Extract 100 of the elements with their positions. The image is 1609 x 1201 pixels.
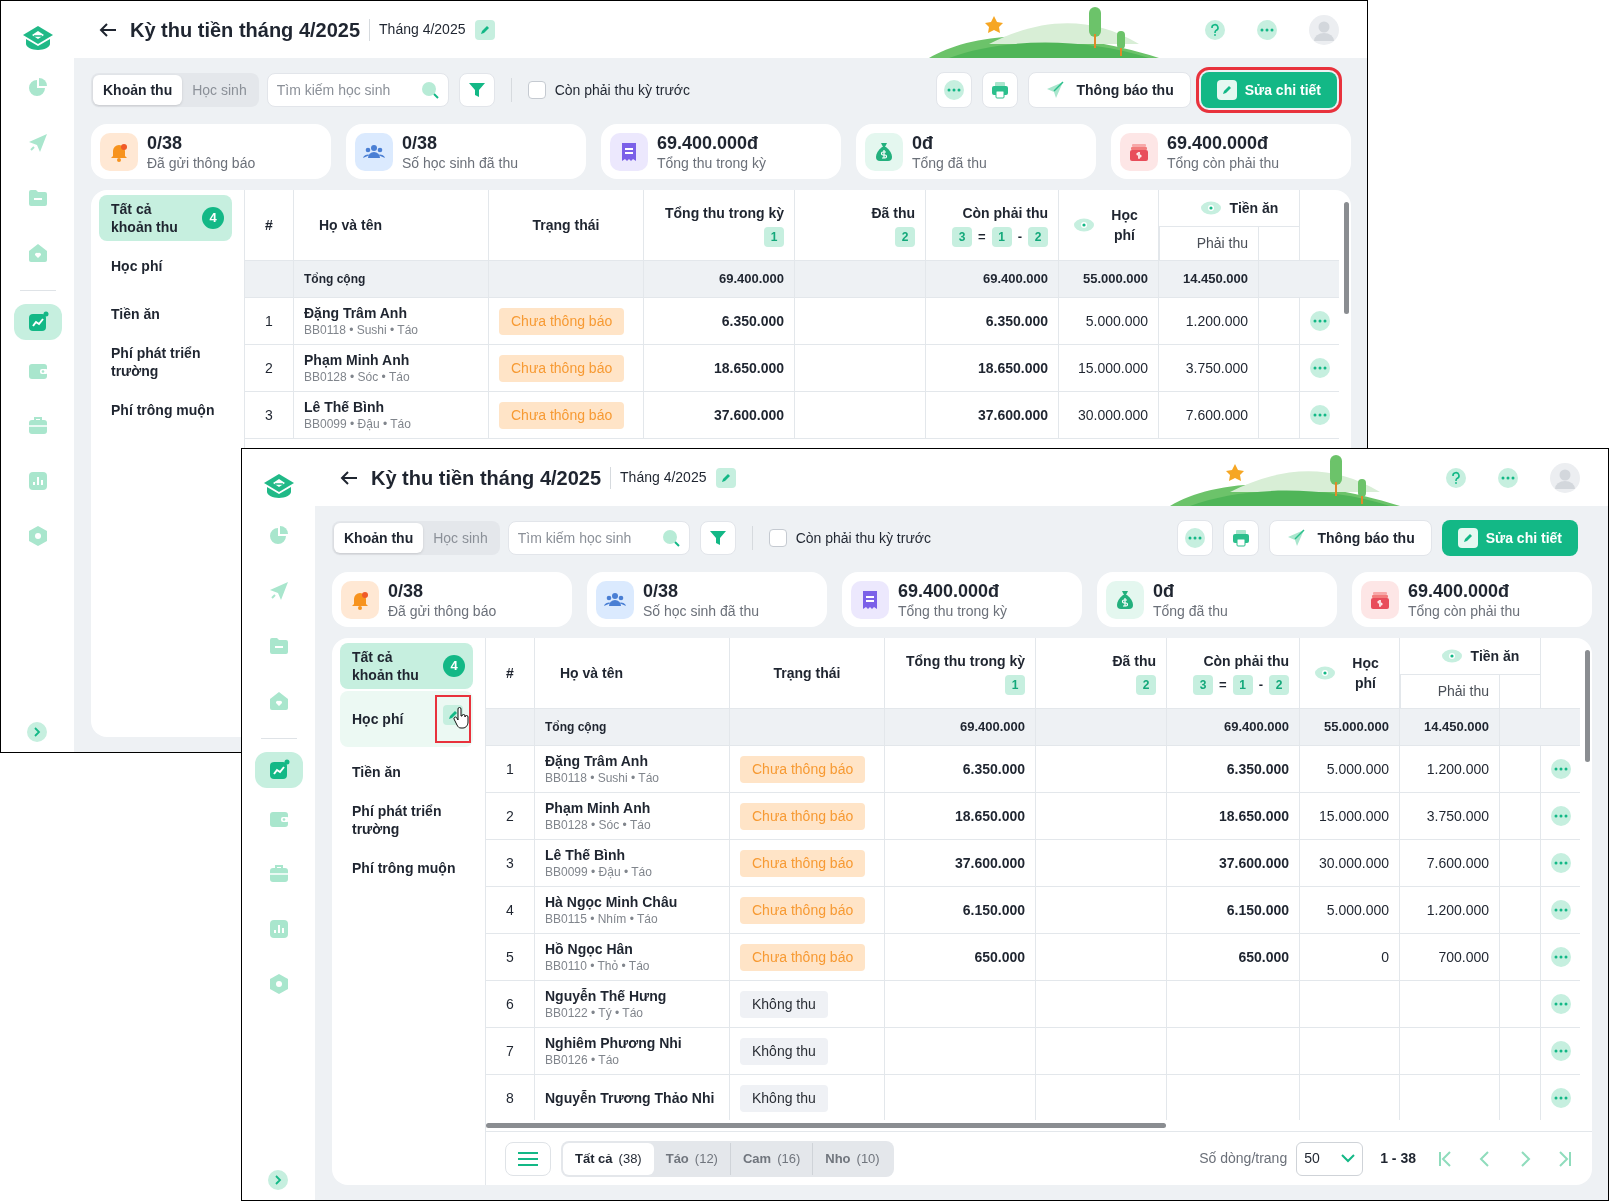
category-item[interactable]: Tiền ăn <box>340 749 473 795</box>
column-header: Tổng thu trong kỳ <box>665 204 784 223</box>
more-icon[interactable] <box>1550 994 1571 1014</box>
view-tab[interactable]: Khoản thu <box>93 75 183 105</box>
more-icon[interactable] <box>1309 405 1330 425</box>
eye-icon[interactable] <box>1313 666 1336 680</box>
more-button[interactable] <box>1176 520 1213 556</box>
notify-button[interactable]: Thông báo thu <box>1268 520 1432 556</box>
more-icon[interactable] <box>1184 528 1205 548</box>
stat-label: Số học sinh đã thu <box>643 601 759 620</box>
student-name[interactable]: Nguyễn Trương Thảo Nhi <box>545 1089 729 1107</box>
more-icon[interactable] <box>1257 19 1277 40</box>
category-item[interactable]: Tiền ăn <box>99 291 232 337</box>
student-name[interactable]: Đặng Trâm Anh <box>545 752 729 770</box>
expand-button[interactable] <box>27 722 47 742</box>
student-name[interactable]: Phạm Minh Anh <box>545 799 729 817</box>
nav-item[interactable] <box>13 304 62 340</box>
nav-item[interactable] <box>254 752 303 788</box>
page-title: Kỳ thu tiền tháng 4/2025 <box>371 465 602 491</box>
more-icon[interactable] <box>1550 1041 1571 1061</box>
more-icon[interactable] <box>1550 806 1571 826</box>
column-number-badge: 2 <box>1028 227 1048 247</box>
more-icon[interactable] <box>1309 358 1330 378</box>
money-bag-icon <box>865 132 903 171</box>
vertical-scrollbar[interactable] <box>1585 650 1590 762</box>
table-cell: 69.400.000 <box>885 709 1036 746</box>
more-icon[interactable] <box>1550 947 1571 967</box>
table-cell: 650.000 <box>1167 934 1300 981</box>
stat-label: Tổng thu trong kỳ <box>657 153 766 172</box>
stat-label: Tổng còn phải thu <box>1167 153 1280 172</box>
table-cell: 15.000.000 <box>1300 793 1400 840</box>
category-item[interactable]: Phí trông muộn <box>340 845 473 891</box>
category-item[interactable]: Học phí <box>340 691 473 747</box>
more-icon[interactable] <box>1309 311 1330 331</box>
search-field[interactable]: Tìm kiếm học sinh <box>266 73 449 107</box>
filter-button[interactable] <box>458 73 495 107</box>
category-item[interactable]: Phí phát triển trường <box>99 339 232 385</box>
page-size-select[interactable]: 50 <box>1296 1141 1364 1176</box>
student-name[interactable]: Nguyễn Thế Hưng <box>545 987 729 1005</box>
more-icon[interactable] <box>1550 853 1571 873</box>
group-tab[interactable]: Táo (12) <box>653 1142 730 1175</box>
eye-icon[interactable] <box>1072 218 1095 232</box>
period-label: Tháng 4/2025 <box>379 20 466 39</box>
table-cell: 3.750.000 <box>1400 793 1500 840</box>
stat-label: Tổng đã thu <box>1153 601 1228 620</box>
view-tab[interactable]: Khoản thu <box>334 523 424 553</box>
rows-per-page-label: Số dòng/trang <box>1199 1149 1288 1168</box>
category-item[interactable]: Tất cả khoản thu 4 <box>99 195 232 241</box>
count-badge: 4 <box>202 207 224 229</box>
more-icon[interactable] <box>1550 1088 1571 1108</box>
more-icon[interactable] <box>943 80 964 100</box>
print-button[interactable] <box>1222 520 1259 556</box>
student-name[interactable]: Nghiêm Phương Nhi <box>545 1034 729 1052</box>
last-page-icon[interactable] <box>1556 1149 1574 1168</box>
more-icon[interactable] <box>1498 467 1518 488</box>
student-name[interactable]: Lê Thế Bình <box>545 846 729 864</box>
table-cell: 5 <box>486 934 535 981</box>
table-cell: 1.200.000 <box>1159 298 1259 345</box>
search-icon[interactable] <box>419 80 440 100</box>
category-item[interactable]: Phí phát triển trường <box>340 797 473 843</box>
more-icon[interactable] <box>1550 900 1571 920</box>
vertical-scrollbar[interactable] <box>1344 202 1349 314</box>
back-arrow-icon[interactable] <box>340 469 358 486</box>
table-cell: 69.400.000 <box>644 261 795 298</box>
notify-button[interactable]: Thông báo thu <box>1027 72 1191 108</box>
eye-icon[interactable] <box>1199 201 1222 215</box>
avatar-icon[interactable] <box>1550 462 1580 493</box>
category-item[interactable]: Học phí <box>99 243 232 289</box>
menu-button[interactable] <box>505 1141 551 1176</box>
student-name[interactable]: Phạm Minh Anh <box>304 351 488 369</box>
status-badge: Không thu <box>740 990 828 1018</box>
eye-icon[interactable] <box>1440 649 1463 663</box>
checkbox[interactable] <box>527 81 546 99</box>
back-arrow-icon[interactable] <box>99 21 117 38</box>
more-icon[interactable] <box>1550 759 1571 779</box>
category-item[interactable]: Tất cả khoản thu 4 <box>340 643 473 689</box>
student-details: BB0099 • Đậu • Táo <box>545 864 653 880</box>
filter-button[interactable] <box>699 521 736 555</box>
more-button[interactable] <box>935 72 972 108</box>
student-name[interactable]: Hồ Ngọc Hân <box>545 940 729 958</box>
print-button[interactable] <box>981 72 1018 108</box>
student-name[interactable]: Đặng Trâm Anh <box>304 304 488 322</box>
expand-button[interactable] <box>268 1170 288 1190</box>
table-cell: 7.600.000 <box>1400 840 1500 887</box>
search-icon[interactable] <box>660 528 681 548</box>
column-header: Còn phải thu <box>962 204 1048 223</box>
avatar-icon[interactable] <box>1309 14 1339 45</box>
checkbox[interactable] <box>768 529 787 547</box>
help-icon[interactable] <box>1446 467 1466 488</box>
group-tab[interactable]: Tất cả (38) <box>563 1142 654 1175</box>
search-field[interactable]: Tìm kiếm học sinh <box>507 521 690 555</box>
student-name[interactable]: Lê Thế Bình <box>304 398 488 416</box>
category-item[interactable]: Phí trông muộn <box>99 387 232 433</box>
student-name[interactable]: Hà Ngọc Minh Châu <box>545 893 729 911</box>
group-tab[interactable]: Cam (16) <box>729 1142 813 1175</box>
stat-value: 0/38 <box>643 579 680 602</box>
table-cell: 18.650.000 <box>644 345 795 392</box>
help-icon[interactable] <box>1205 19 1225 40</box>
group-tab[interactable]: Nho (10) <box>812 1142 892 1175</box>
first-page-icon[interactable] <box>1436 1149 1454 1168</box>
